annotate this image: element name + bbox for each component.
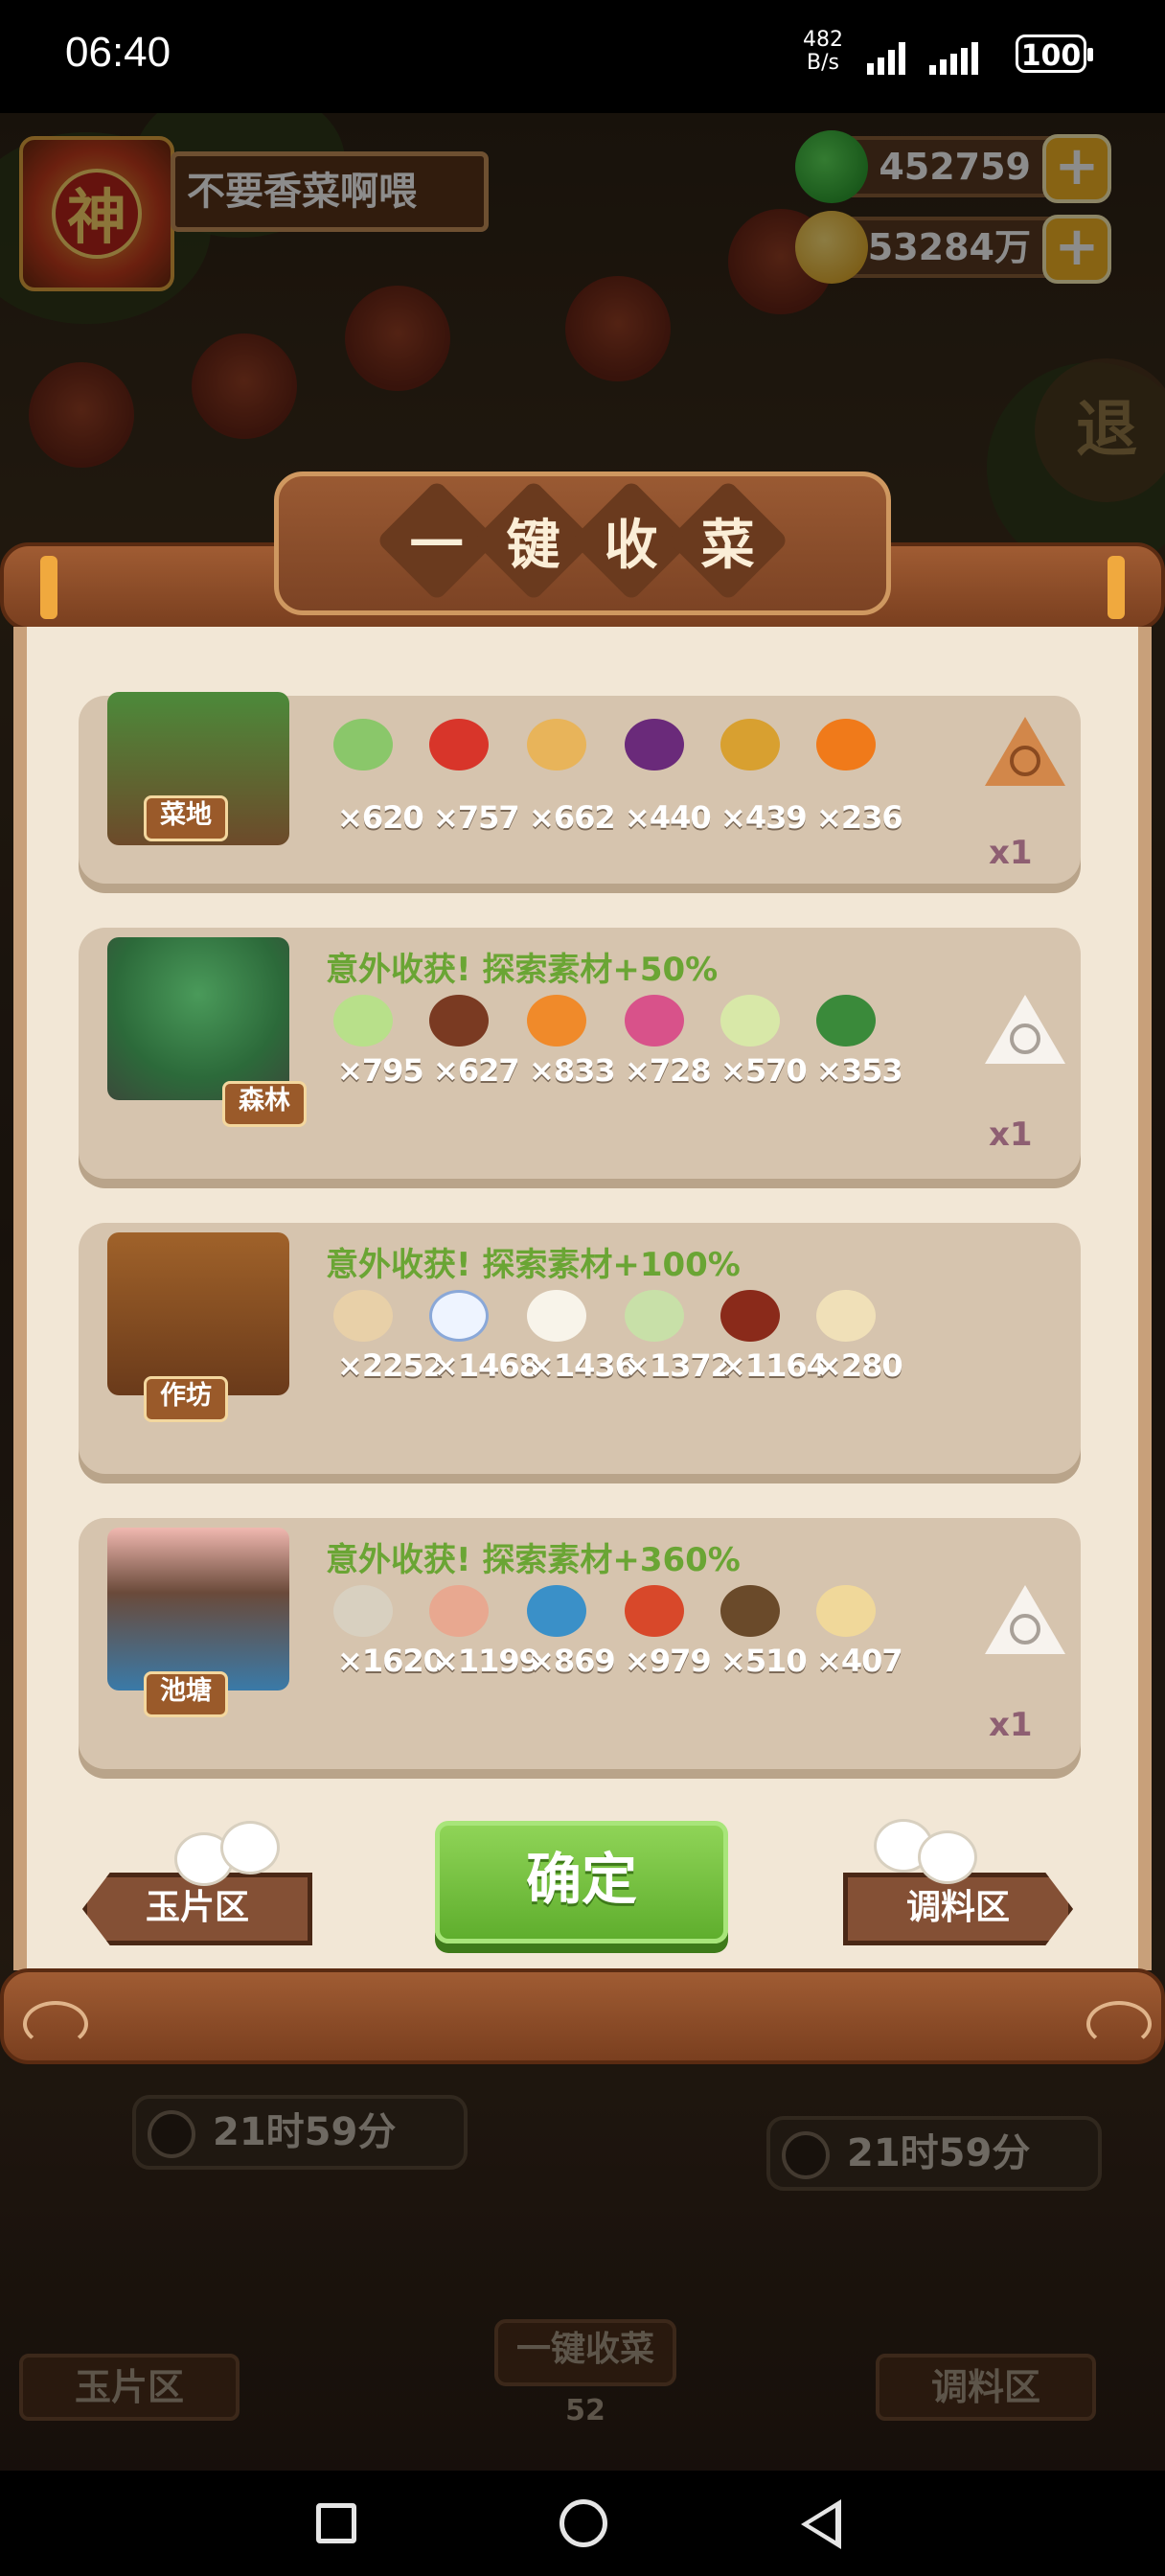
zone-label: 菜地	[144, 795, 228, 841]
net-speed: 482 B/s	[803, 28, 843, 75]
pond-icon	[107, 1528, 289, 1690]
scallion-icon	[333, 719, 393, 770]
eggplant-icon	[625, 719, 684, 770]
battery-icon: 100	[1016, 34, 1093, 73]
pineapple-icon	[720, 719, 780, 770]
bonus-text: 意外收获! 探索素材+100%	[326, 1246, 741, 1284]
bonus-text: 意外收获! 探索素材+360%	[326, 1541, 741, 1579]
rice-bowl-icon	[429, 1290, 489, 1342]
home-icon[interactable]	[560, 2499, 607, 2547]
back-icon[interactable]	[801, 2499, 841, 2549]
harvest-card-pond: 池塘 意外收获! 探索素材+360% ×1620 ×1199 ×869 ×979…	[79, 1518, 1081, 1769]
item-icons	[320, 1290, 933, 1347]
harvest-card-workshop: 作坊 意外收获! 探索素材+100% ×2252 ×1468 ×1436 ×13…	[79, 1223, 1081, 1474]
sticky-rice-icon	[625, 1290, 684, 1342]
dialog-title: 一 键 收 菜	[274, 472, 891, 615]
potato-icon	[527, 719, 586, 770]
chick-icon	[918, 1830, 977, 1884]
bamboo-shoot-icon	[720, 995, 780, 1046]
confirm-button[interactable]: 确定	[435, 1821, 728, 1944]
mushroom-icon	[429, 995, 489, 1046]
bonus-text: 意外收获! 探索素材+50%	[326, 951, 719, 989]
carrot-icon	[527, 995, 586, 1046]
status-bar: 06:40 482 B/s 100	[0, 0, 1165, 113]
workshop-icon	[107, 1232, 289, 1395]
gravy-boat-icon	[816, 1290, 876, 1342]
harvest-card-forest: 森林 意外收获! 探索素材+50% ×795 ×627 ×833 ×728 ×5…	[79, 928, 1081, 1179]
zone-label: 作坊	[144, 1376, 228, 1422]
fin-icon	[816, 1585, 876, 1637]
item-icons	[320, 995, 933, 1052]
clam-icon	[333, 1585, 393, 1637]
multiplier: x1	[989, 1116, 1033, 1154]
clock: 06:40	[65, 29, 171, 76]
sauce-jar-icon	[720, 1290, 780, 1342]
system-nav-bar	[0, 2471, 1165, 2576]
chili-icon	[429, 719, 489, 770]
multiplier: x1	[989, 1706, 1033, 1744]
item-icons	[320, 719, 933, 776]
fish-icon	[527, 1585, 586, 1637]
seasoning-area-sign[interactable]: 调料区	[843, 1873, 1073, 1945]
meat-icon	[625, 1585, 684, 1637]
item-icons	[320, 1585, 933, 1643]
zone-label: 森林	[222, 1081, 307, 1127]
silver-badge-icon	[985, 1585, 1065, 1654]
scroll-bottom-rod	[0, 1968, 1165, 2064]
multiplier: x1	[989, 834, 1033, 872]
signal-2-icon	[929, 38, 978, 75]
signal-icon	[867, 38, 905, 75]
flour-sack-icon	[333, 1290, 393, 1342]
silver-badge-icon	[985, 995, 1065, 1064]
forest-icon	[107, 937, 289, 1100]
recents-icon[interactable]	[316, 2503, 356, 2543]
tofu-icon	[527, 1290, 586, 1342]
harvest-card-farmland: 菜地 ×620 ×757 ×662 ×440 ×439 ×236 x1	[79, 692, 1081, 884]
shrimp-icon	[429, 1585, 489, 1637]
cabbage-icon	[333, 995, 393, 1046]
chick-icon	[220, 1821, 280, 1874]
crab-icon	[720, 1585, 780, 1637]
herb-icon	[816, 995, 876, 1046]
zone-label: 池塘	[144, 1671, 228, 1717]
pumpkin-icon	[816, 719, 876, 770]
bronze-badge-icon	[985, 717, 1065, 786]
radish-icon	[625, 995, 684, 1046]
